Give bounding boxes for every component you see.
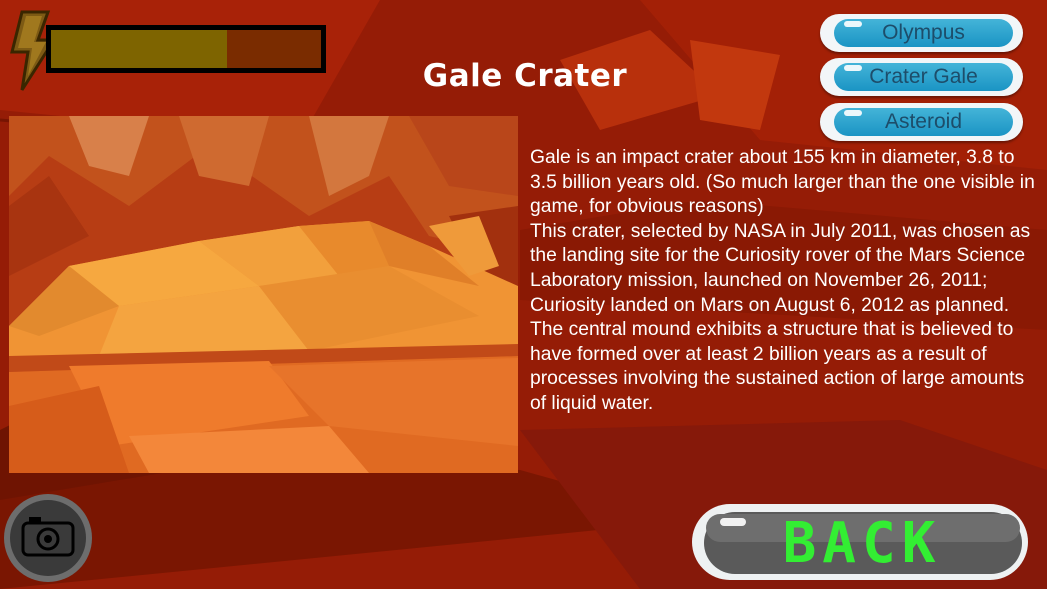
energy-bar-fill [51, 30, 227, 68]
olympus-button[interactable]: Olympus [820, 14, 1023, 52]
energy-meter [8, 10, 326, 91]
asteroid-button[interactable]: Asteroid [820, 103, 1023, 141]
camera-button[interactable] [3, 493, 93, 583]
description-paragraph-2: This crater, selected by NASA in July 20… [530, 220, 1031, 316]
back-button[interactable]: BACK [690, 502, 1030, 582]
description-paragraph-1: Gale is an impact crater about 155 km in… [530, 147, 1035, 218]
crater-gale-button[interactable]: Crater Gale [820, 58, 1023, 96]
energy-bar [46, 25, 326, 73]
description-paragraph-3: The central mound exhibits a structure t… [530, 319, 1025, 414]
crater-preview-image [9, 116, 518, 473]
back-button-label: BACK [783, 511, 942, 576]
energy-bar-track [51, 30, 321, 68]
crater-description: Gale is an impact crater about 155 km in… [530, 146, 1035, 417]
page-title: Gale Crater [422, 58, 628, 94]
asteroid-button-label: Asteroid [884, 110, 963, 133]
olympus-button-label: Olympus [882, 21, 965, 44]
crater-gale-button-label: Crater Gale [869, 65, 978, 88]
